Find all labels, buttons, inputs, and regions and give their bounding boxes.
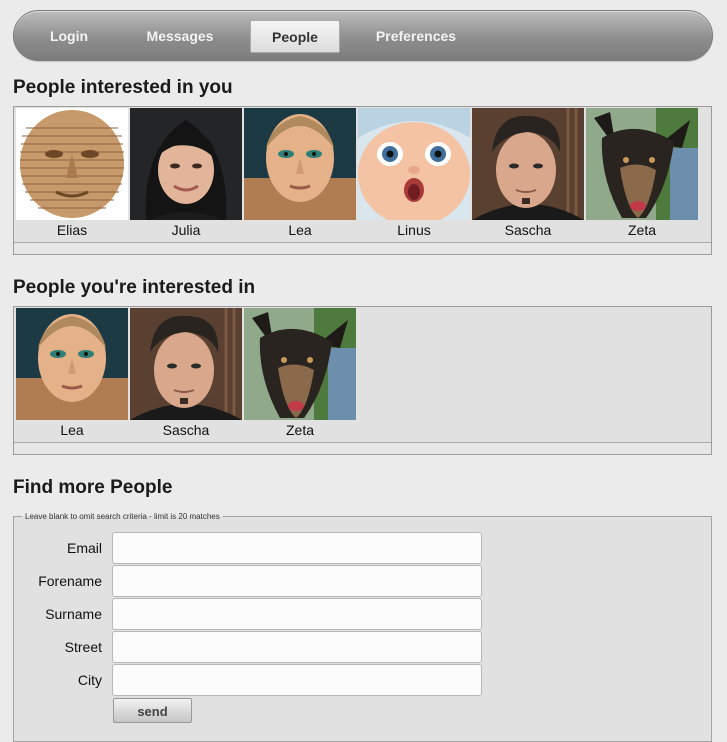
- search-legend: Leave blank to omit search criteria - li…: [25, 512, 220, 521]
- email-field[interactable]: [112, 532, 482, 564]
- nav-preferences[interactable]: Preferences: [364, 20, 468, 53]
- zeta-avatar: [244, 308, 356, 420]
- person-card-julia[interactable]: Julia: [130, 108, 242, 240]
- lea-avatar: [16, 308, 128, 420]
- forename-label: Forename: [38, 573, 102, 589]
- nav-people[interactable]: People: [250, 20, 340, 53]
- lea-avatar: [244, 108, 356, 220]
- sascha-avatar: [130, 308, 242, 420]
- zeta-avatar: [586, 108, 698, 220]
- person-name: Julia: [171, 222, 201, 238]
- person-name: Linus: [397, 222, 431, 238]
- send-button[interactable]: send: [113, 698, 192, 723]
- person-card-sascha[interactable]: Sascha: [130, 308, 242, 440]
- interested-in-you-panel: Elias Julia Lea Linus Sascha Zeta: [13, 106, 712, 255]
- person-card-elias[interactable]: Elias: [16, 108, 128, 240]
- person-card-lea[interactable]: Lea: [244, 108, 356, 240]
- email-label: Email: [66, 540, 102, 556]
- city-label: City: [77, 672, 102, 688]
- section-heading-interested-in-you: People interested in you: [13, 77, 233, 98]
- you-interested-in-panel: Lea Sascha Zeta: [13, 306, 712, 455]
- person-name: Zeta: [285, 422, 314, 438]
- panel-footer-bar: [14, 442, 711, 454]
- person-name: Lea: [60, 422, 84, 438]
- person-card-zeta[interactable]: Zeta: [586, 108, 698, 240]
- person-card-linus[interactable]: Linus: [358, 108, 470, 240]
- person-card-sascha[interactable]: Sascha: [472, 108, 584, 240]
- street-label: Street: [64, 639, 102, 655]
- person-name: Sascha: [162, 422, 210, 438]
- forename-field[interactable]: [112, 565, 482, 597]
- julia-avatar: [130, 108, 242, 220]
- nav-messages[interactable]: Messages: [134, 20, 226, 53]
- section-heading-you-interested-in: People you're interested in: [13, 277, 256, 298]
- surname-label: Surname: [45, 606, 102, 622]
- panel-footer-bar: [14, 242, 711, 254]
- person-card-lea[interactable]: Lea: [16, 308, 128, 440]
- elias-avatar: [16, 108, 128, 220]
- person-name: Elias: [56, 222, 88, 238]
- street-field[interactable]: [112, 631, 482, 663]
- person-name: Zeta: [627, 222, 656, 238]
- person-card-zeta[interactable]: Zeta: [244, 308, 356, 440]
- nav-login[interactable]: Login: [36, 20, 102, 53]
- section-heading-find-more: Find more People: [13, 477, 173, 498]
- person-name: Sascha: [504, 222, 552, 238]
- city-field[interactable]: [112, 664, 482, 696]
- surname-field[interactable]: [112, 598, 482, 630]
- linus-avatar: [358, 108, 470, 220]
- sascha-avatar: [472, 108, 584, 220]
- main-nav: Login Messages People Preferences: [13, 10, 713, 61]
- person-name: Lea: [288, 222, 312, 238]
